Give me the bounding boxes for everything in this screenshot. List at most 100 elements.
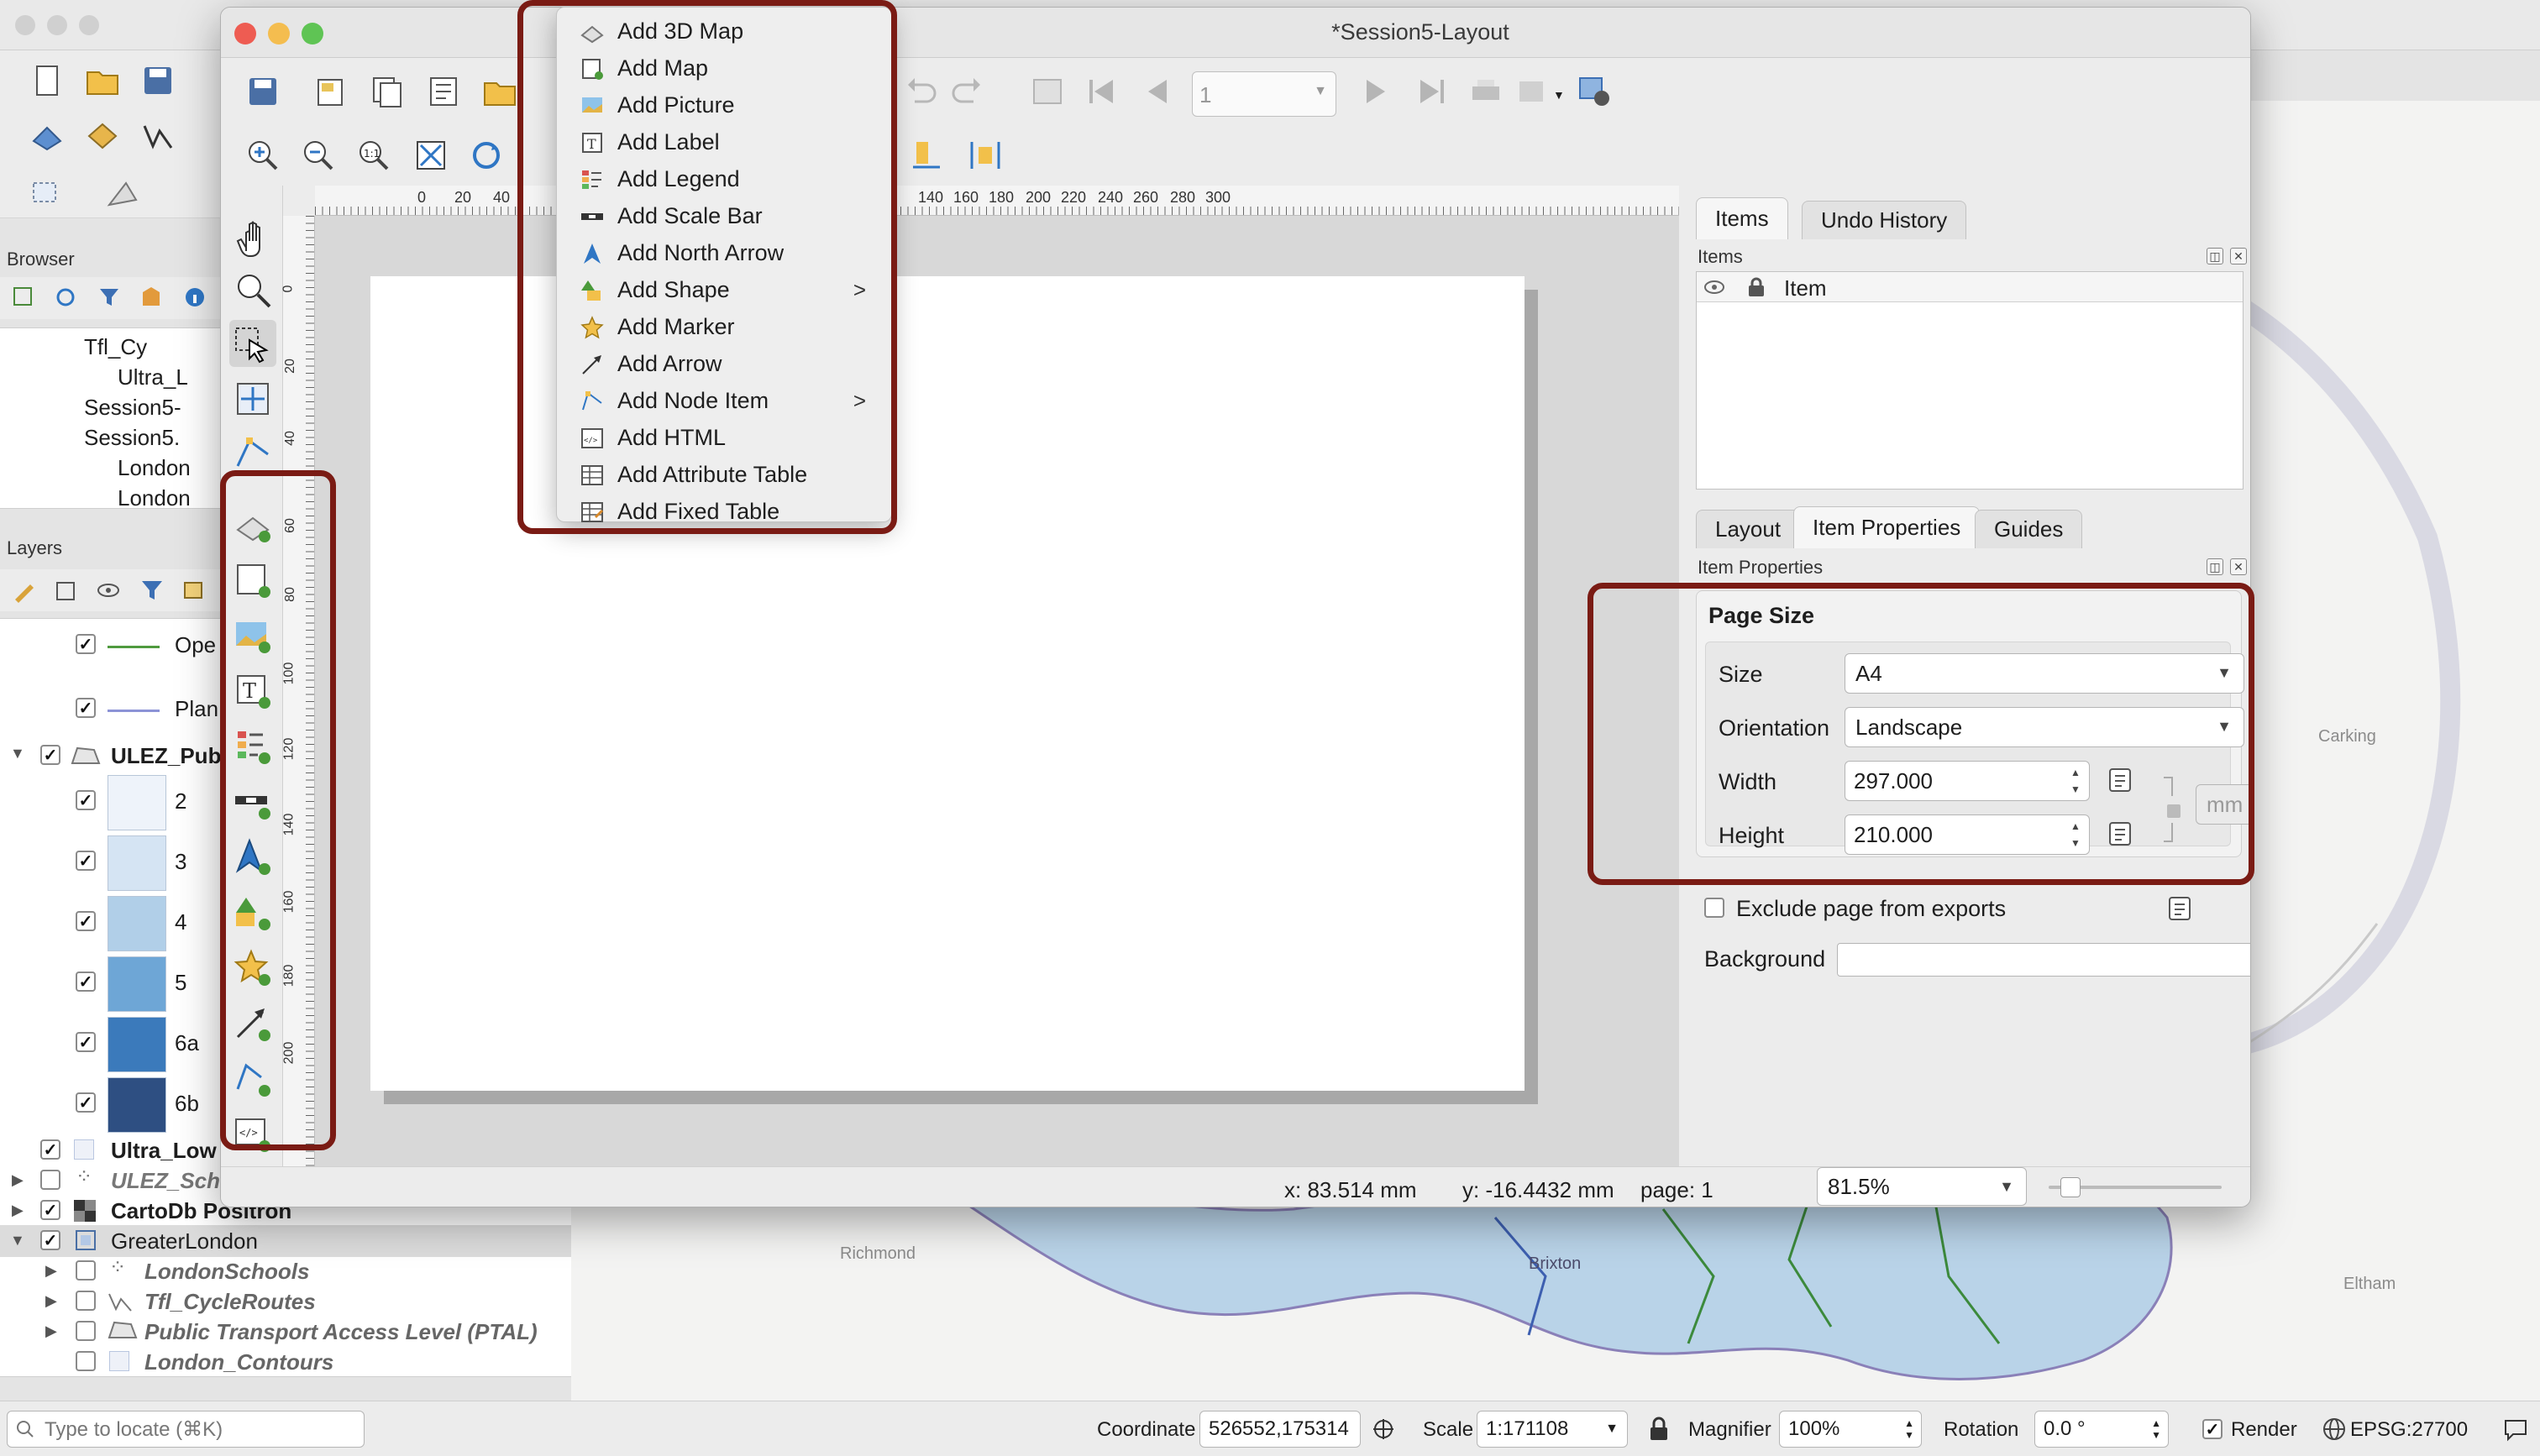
- tab-items[interactable]: Items: [1696, 197, 1788, 239]
- spin-arrows-icon[interactable]: ▲ ▼: [2065, 818, 2086, 851]
- spin-arrows-icon[interactable]: ▲ ▼: [2065, 764, 2086, 798]
- layer-name[interactable]: London_Contours: [144, 1349, 333, 1375]
- save-layout-icon[interactable]: [244, 73, 281, 110]
- messages-icon[interactable]: [2503, 1417, 2528, 1442]
- height-spinbox[interactable]: 210.000 ▲ ▼: [1845, 814, 2090, 855]
- add-label-tool-icon[interactable]: T: [233, 671, 273, 711]
- close-button[interactable]: [234, 23, 256, 45]
- items-list[interactable]: Item: [1696, 271, 2243, 490]
- data-defined-override-icon[interactable]: [2105, 818, 2147, 851]
- layer-checkbox[interactable]: ✓: [76, 698, 96, 718]
- menu-item-add-fixed-table[interactable]: Add Fixed Table: [557, 493, 893, 530]
- menu-item-add-map[interactable]: Add Map: [557, 50, 893, 86]
- zoom-actual-icon[interactable]: 1:1: [355, 137, 392, 174]
- save-project-icon[interactable]: [139, 62, 176, 99]
- class-checkbox[interactable]: ✓: [76, 790, 96, 810]
- magnifier-spinbox[interactable]: 100% ▲ ▼: [1779, 1411, 1922, 1448]
- chevron-right-icon[interactable]: ▶: [12, 1171, 24, 1189]
- distribute-icon[interactable]: [967, 137, 1004, 174]
- zoom-out-icon[interactable]: [300, 137, 337, 174]
- add-3d-map-tool-icon[interactable]: [233, 505, 273, 545]
- new-layout-icon[interactable]: [312, 73, 349, 110]
- add-marker-tool-icon[interactable]: [233, 948, 273, 988]
- exclude-page-checkbox[interactable]: [1704, 898, 1724, 918]
- rotation-spinbox[interactable]: 0.0 ° ▲ ▼: [2034, 1411, 2169, 1448]
- digitize-icon[interactable]: [139, 118, 176, 155]
- layout-canvas[interactable]: [315, 216, 1679, 1166]
- next-feature-icon[interactable]: [1357, 73, 1393, 110]
- undo-icon[interactable]: [901, 73, 938, 110]
- info-icon[interactable]: [183, 285, 207, 309]
- close-dock-icon[interactable]: ✕: [2230, 558, 2247, 575]
- select-polygon-icon[interactable]: [104, 176, 141, 213]
- lock-scale-icon[interactable]: [1648, 1417, 1670, 1442]
- zoom-in-icon[interactable]: [244, 137, 281, 174]
- zoom-tool-icon[interactable]: [233, 270, 273, 310]
- class-checkbox[interactable]: ✓: [76, 1092, 96, 1113]
- locate-search-field[interactable]: Type to locate (⌘K): [7, 1411, 365, 1448]
- close-dock-icon[interactable]: ✕: [2230, 248, 2247, 264]
- add-selected-icon[interactable]: [12, 285, 35, 309]
- add-north-arrow-tool-icon[interactable]: [233, 837, 273, 877]
- export-atlas-icon[interactable]: [1514, 73, 1551, 110]
- add-arrow-tool-icon[interactable]: [233, 1003, 273, 1044]
- zoom-full-icon[interactable]: [412, 137, 449, 174]
- size-combo[interactable]: A4 ▼: [1845, 653, 2244, 694]
- collapse-all-icon[interactable]: [139, 285, 163, 309]
- filter-legend-icon[interactable]: [139, 578, 165, 603]
- minimize-button[interactable]: [268, 23, 290, 45]
- float-dock-icon[interactable]: ◫: [2207, 558, 2223, 575]
- zoom-combo[interactable]: 81.5% ▼: [1817, 1167, 2027, 1206]
- style-manager-icon[interactable]: [12, 578, 37, 603]
- zoom-slider-handle[interactable]: [2060, 1177, 2081, 1197]
- main-maximize-button[interactable]: [79, 15, 99, 35]
- crs-button[interactable]: EPSG:27700: [2350, 1418, 2468, 1442]
- float-dock-icon[interactable]: ◫: [2207, 248, 2223, 264]
- chevron-right-icon[interactable]: ▶: [45, 1322, 57, 1340]
- data-defined-override-icon[interactable]: [2105, 764, 2147, 798]
- menu-item-add-node-item[interactable]: Add Node Item >: [557, 382, 893, 419]
- layer-name[interactable]: LondonSchools: [144, 1259, 309, 1285]
- atlas-preview-icon[interactable]: [1029, 73, 1066, 110]
- menu-item-add-north-arrow[interactable]: Add North Arrow: [557, 234, 893, 271]
- tab-guides[interactable]: Guides: [1975, 510, 2083, 548]
- menu-item-add-picture[interactable]: Add Picture: [557, 86, 893, 123]
- chevron-down-icon[interactable]: ▼: [10, 745, 25, 762]
- layer-name[interactable]: Ultra_Low: [111, 1138, 217, 1164]
- layer-name[interactable]: Plan: [175, 696, 218, 722]
- data-defined-override-icon[interactable]: [2165, 893, 2207, 926]
- layer-name[interactable]: Ope: [175, 632, 216, 658]
- first-feature-icon[interactable]: [1083, 73, 1120, 110]
- layer-checkbox[interactable]: ✓: [40, 1200, 60, 1220]
- add-html-tool-icon[interactable]: </>: [233, 1114, 273, 1155]
- menu-item-add-label[interactable]: T Add Label: [557, 123, 893, 160]
- previous-feature-icon[interactable]: [1140, 73, 1177, 110]
- add-legend-tool-icon[interactable]: [233, 726, 273, 767]
- expand-all-icon[interactable]: [181, 578, 207, 603]
- tab-item-properties[interactable]: Item Properties: [1793, 506, 1981, 548]
- tab-layout[interactable]: Layout: [1696, 510, 1801, 548]
- add-picture-tool-icon[interactable]: [233, 615, 273, 656]
- menu-item-add-scale-bar[interactable]: Add Scale Bar: [557, 197, 893, 234]
- chevron-right-icon[interactable]: ▶: [12, 1202, 24, 1219]
- layer-name[interactable]: Tfl_CycleRoutes: [144, 1289, 316, 1315]
- layer-checkbox[interactable]: ✓: [40, 745, 60, 765]
- duplicate-layout-icon[interactable]: [369, 73, 406, 110]
- filter-icon[interactable]: [97, 285, 121, 309]
- add-map-tool-icon[interactable]: [233, 560, 273, 600]
- menu-item-add-marker[interactable]: Add Marker: [557, 308, 893, 345]
- main-minimize-button[interactable]: [47, 15, 67, 35]
- layer-checkbox[interactable]: [76, 1291, 96, 1311]
- menu-item-add-arrow[interactable]: Add Arrow: [557, 345, 893, 382]
- add-vector-layer-icon[interactable]: [29, 118, 66, 155]
- add-group-icon[interactable]: [54, 578, 79, 603]
- visibility-icon[interactable]: [96, 578, 121, 603]
- class-checkbox[interactable]: ✓: [76, 1032, 96, 1052]
- render-checkbox[interactable]: ✓: [2202, 1419, 2222, 1439]
- units-combo[interactable]: mm▼: [2196, 784, 2250, 825]
- chevron-right-icon[interactable]: ▶: [45, 1262, 57, 1280]
- layer-name[interactable]: Public Transport Access Level (PTAL): [144, 1319, 538, 1345]
- layer-name[interactable]: ULEZ_Pub: [111, 743, 221, 769]
- main-close-button[interactable]: [15, 15, 35, 35]
- background-symbol-button[interactable]: [1837, 943, 2250, 977]
